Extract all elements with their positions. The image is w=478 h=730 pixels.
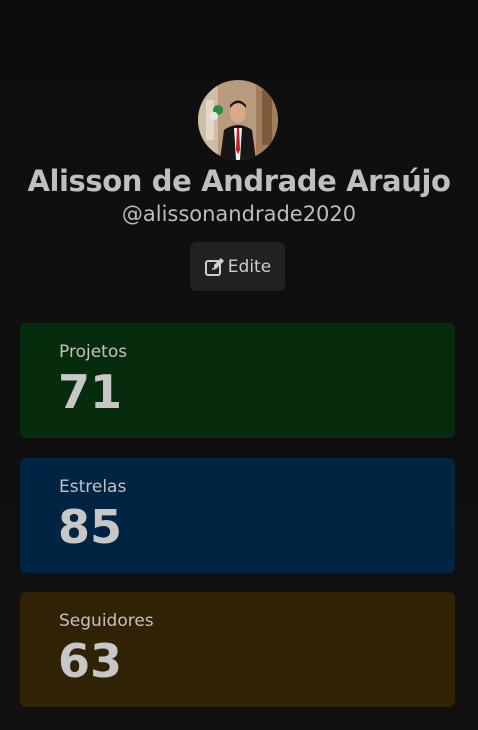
- stat-card-stars: Estrelas 85: [20, 458, 455, 573]
- profile-name: Alisson de Andrade Araújo: [27, 164, 451, 198]
- stat-card-followers: Seguidores 63: [20, 592, 455, 707]
- stat-value-followers: 63: [58, 634, 123, 688]
- stat-card-projects: Projetos 71: [20, 323, 455, 438]
- top-bar: [0, 0, 478, 80]
- profile-page: Alisson de Andrade Araújo @alissonandrad…: [0, 0, 478, 730]
- edit-button[interactable]: Edite: [190, 242, 285, 291]
- stat-value-projects: 71: [58, 365, 123, 419]
- profile-username: @alissonandrade2020: [121, 202, 357, 226]
- stat-label-projects: Projetos: [59, 342, 128, 362]
- stat-value-stars: 85: [58, 500, 123, 554]
- avatar: [198, 80, 278, 160]
- stat-label-followers: Seguidores: [59, 611, 154, 631]
- stat-label-stars: Estrelas: [59, 477, 127, 497]
- edit-icon: [204, 256, 226, 278]
- edit-label: Edite: [227, 256, 272, 277]
